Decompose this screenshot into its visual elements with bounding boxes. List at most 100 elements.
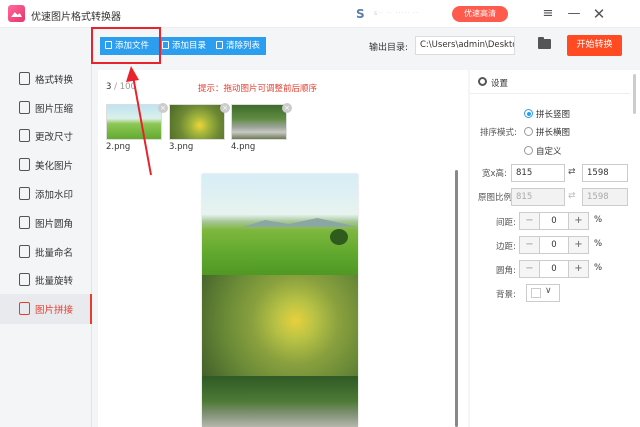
watermark-icon	[19, 187, 30, 200]
file-count-total: / 100	[111, 82, 136, 92]
chevron-down-icon: ∨	[545, 286, 552, 296]
remove-file-icon[interactable]: ×	[220, 103, 230, 113]
folder-icon[interactable]	[538, 37, 551, 49]
file-name: 3.png	[169, 142, 194, 152]
stitch-preview	[202, 174, 358, 427]
border-stepper[interactable]: − 0 +	[519, 236, 589, 254]
toolbar: 添加文件 添加目录 清除列表 输出目录: C:\Users\admin\Desk…	[93, 29, 640, 65]
remove-file-icon[interactable]: ×	[282, 103, 292, 113]
sidebar-item-label: 批量旋转	[35, 276, 74, 287]
ratio-label: 原图比例:	[478, 193, 515, 203]
output-dir-input[interactable]: C:\Users\admin\Deskto	[415, 36, 515, 55]
folder-add-icon	[162, 41, 169, 49]
format-convert-icon	[19, 72, 30, 85]
sidebar-item-label: 图片拼接	[35, 305, 74, 316]
sort-custom-label: 自定义	[536, 147, 562, 157]
radius-value[interactable]: 0	[540, 261, 568, 277]
sort-horizontal-radio[interactable]	[524, 127, 533, 136]
background-label: 背景:	[496, 290, 516, 300]
remove-file-icon[interactable]: ×	[158, 103, 168, 113]
clear-list-button[interactable]: 清除列表	[211, 37, 266, 55]
sidebar-item-beautify[interactable]: 美化图片	[0, 150, 92, 180]
border-plus-button[interactable]: +	[568, 237, 588, 253]
annotation-highlight-box	[91, 27, 161, 64]
app-title: 优速图片格式转换器	[31, 12, 121, 23]
menu-icon[interactable]: ≡	[538, 4, 558, 24]
tree-shape	[330, 229, 348, 245]
sidebar-item-rounded-corners[interactable]: 图片圆角	[0, 208, 92, 238]
settings-panel: 设置 拼长竖图 排序模式: 拼长横图 自定义 宽x高: 815 ⇄ 1598 原…	[470, 70, 640, 427]
sidebar-item-resize[interactable]: 更改尺寸	[0, 121, 92, 151]
sort-vertical-radio[interactable]	[524, 109, 533, 118]
minimize-icon[interactable]: —	[564, 4, 584, 24]
sidebar-item-compress[interactable]: 图片压缩	[0, 93, 92, 123]
sort-vertical-label: 拼长竖图	[536, 110, 571, 120]
ratio-swap-icon: ⇄	[568, 191, 576, 201]
sort-horizontal-label: 拼长横图	[536, 128, 571, 138]
sidebar-item-label: 格式转换	[35, 75, 74, 86]
promo-button[interactable]: 优速高清	[452, 6, 508, 22]
file-thumbnail[interactable]	[231, 104, 287, 140]
batch-rotate-icon	[19, 273, 30, 286]
sidebar-item-label: 添加水印	[35, 190, 74, 201]
batch-rename-icon	[19, 245, 30, 258]
background-color-picker[interactable]: ∨	[526, 284, 560, 302]
sidebar-item-label: 批量命名	[35, 248, 74, 259]
beautify-icon	[19, 158, 30, 171]
file-list-area: 3 / 100 提示：拖动图片可调整前后顺序 × 2.png × 3.png ×…	[98, 70, 468, 427]
spacing-value[interactable]: 0	[540, 213, 568, 229]
clear-list-label: 清除列表	[226, 41, 261, 51]
resize-icon	[19, 129, 30, 142]
sidebar-item-batch-rename[interactable]: 批量命名	[0, 237, 92, 267]
sidebar-item-label: 更改尺寸	[35, 132, 74, 143]
rounded-corners-icon	[19, 216, 30, 229]
sidebar-item-label: 图片压缩	[35, 104, 74, 115]
sidebar-item-batch-rotate[interactable]: 批量旋转	[0, 265, 92, 295]
spacing-unit: %	[594, 215, 603, 225]
promo-logo-icon: S	[356, 7, 365, 21]
sidebar: 格式转换 图片压缩 更改尺寸 美化图片 添加水印 图片圆角 批量命名 批量旋转 …	[0, 29, 92, 427]
spacing-stepper[interactable]: − 0 +	[519, 212, 589, 230]
height-input[interactable]: 1598	[582, 164, 628, 182]
preview-scrollbar[interactable]	[455, 170, 458, 427]
settings-title: 设置	[491, 79, 509, 89]
sidebar-item-label: 图片圆角	[35, 219, 74, 230]
image-stitch-icon	[19, 302, 30, 315]
title-bar: 优速图片格式转换器 S s·· ·· ····· ·· 优速高清 ≡ — ✕	[0, 0, 640, 28]
trash-icon	[216, 41, 223, 49]
start-convert-button[interactable]: 开始转换	[567, 35, 622, 56]
spacing-plus-button[interactable]: +	[568, 213, 588, 229]
add-folder-button[interactable]: 添加目录	[157, 37, 211, 55]
drag-hint: 提示：拖动图片可调整前后顺序	[198, 84, 318, 94]
border-unit: %	[594, 239, 603, 249]
spacing-label: 间距:	[496, 218, 516, 228]
file-count: 3 / 100	[106, 82, 136, 92]
ratio-height-input: 1598	[582, 188, 628, 206]
sidebar-item-image-stitch[interactable]: 图片拼接	[0, 294, 92, 324]
background-swatch	[531, 288, 541, 298]
add-folder-label: 添加目录	[172, 41, 207, 51]
sidebar-item-watermark[interactable]: 添加水印	[0, 179, 92, 209]
file-thumbnail[interactable]	[106, 104, 162, 140]
sidebar-item-label: 美化图片	[35, 161, 74, 172]
preview-image-stream	[202, 376, 358, 427]
radius-stepper[interactable]: − 0 +	[519, 260, 589, 278]
settings-header: 设置	[470, 70, 630, 94]
radius-minus-button[interactable]: −	[520, 261, 540, 277]
mountain-shape	[242, 218, 358, 227]
sort-custom-radio[interactable]	[524, 146, 533, 155]
width-input[interactable]: 815	[511, 164, 565, 182]
file-thumbnail[interactable]	[169, 104, 225, 140]
border-value[interactable]: 0	[540, 237, 568, 253]
ratio-width-input: 815	[511, 188, 565, 206]
compress-icon	[19, 101, 30, 114]
size-label: 宽x高:	[482, 169, 507, 179]
border-minus-button[interactable]: −	[520, 237, 540, 253]
radius-plus-button[interactable]: +	[568, 261, 588, 277]
app-logo-icon	[8, 5, 25, 22]
swap-dimensions-icon[interactable]: ⇄	[568, 167, 576, 177]
sidebar-item-format-convert[interactable]: 格式转换	[0, 64, 92, 94]
spacing-minus-button[interactable]: −	[520, 213, 540, 229]
settings-scrollbar[interactable]	[633, 74, 636, 114]
close-icon[interactable]: ✕	[589, 4, 609, 24]
